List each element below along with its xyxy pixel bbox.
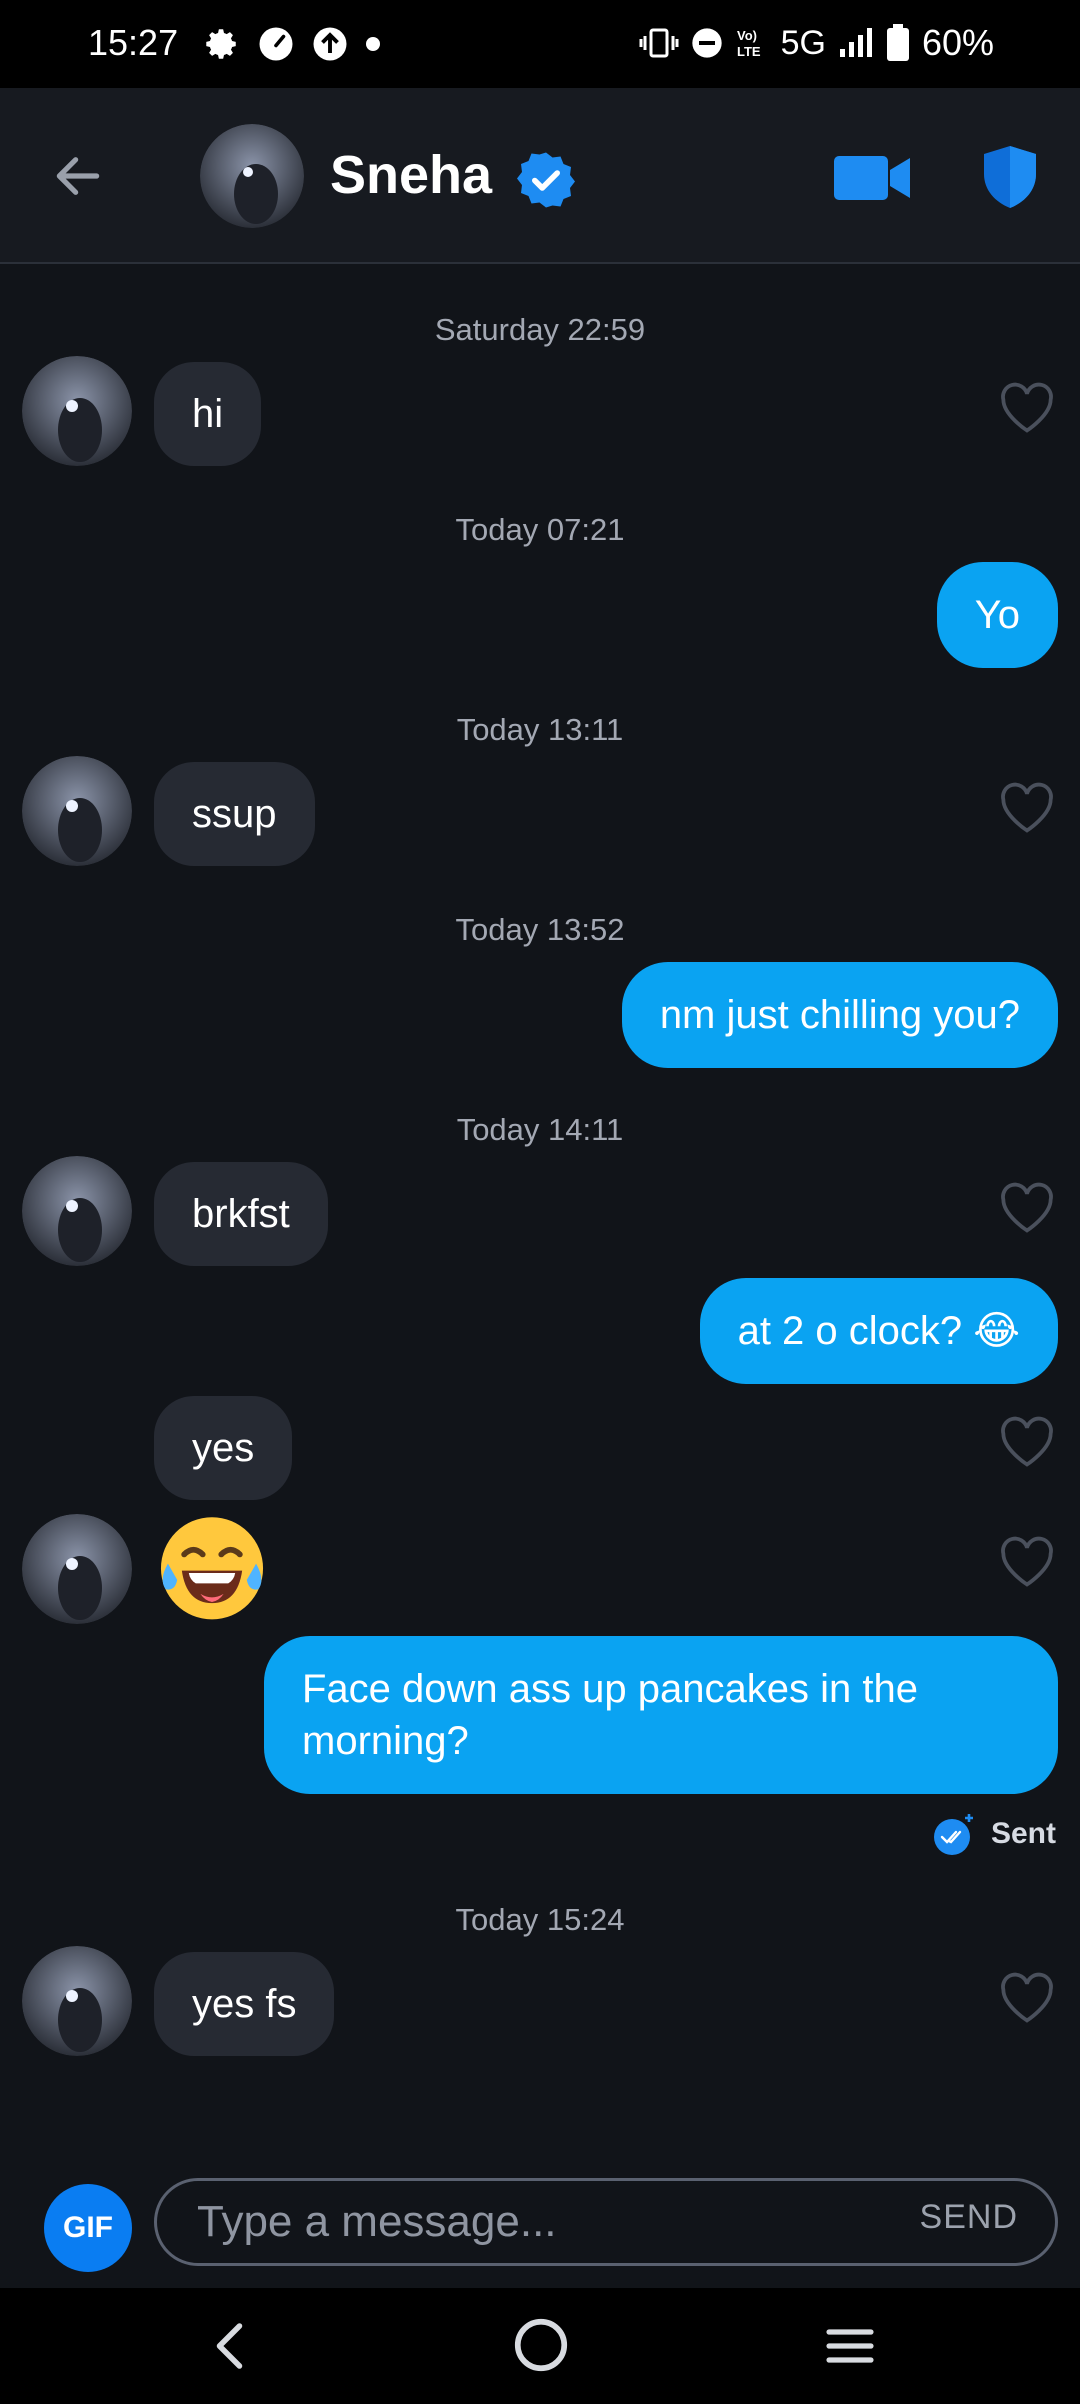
dot-icon [366,37,380,51]
status-time: 15:27 [88,22,179,63]
timestamp: Today 07:21 [455,512,625,547]
sender-avatar[interactable] [22,356,132,466]
status-right: Vo) LTE 5G 60% [639,22,994,64]
network-type: 5G [780,23,826,62]
nav-home-icon[interactable] [510,2314,572,2376]
timestamp: Today 14:11 [456,1112,624,1147]
sender-avatar[interactable] [22,1514,132,1624]
contact-name[interactable]: Sneha [330,144,492,206]
message-bubble-incoming[interactable]: brkfst [154,1162,328,1266]
heart-icon[interactable] [998,1536,1056,1588]
message-bubble-outgoing[interactable]: Face down ass up pancakes in the morning… [264,1636,1058,1794]
timestamp: Today 13:11 [456,712,624,747]
settings-icon [206,29,236,59]
message-composer: GIF SEND [0,2168,1080,2288]
message-bubble-outgoing[interactable]: Yo [936,562,1058,668]
send-button[interactable]: SEND [920,2198,1018,2237]
do-not-disturb-icon [691,28,722,58]
message-bubble-incoming[interactable]: yes [154,1396,293,1500]
sent-label: Sent [990,1817,1056,1850]
battery-icon [886,24,909,61]
verified-badge-icon [517,152,575,208]
upload-icon [313,27,347,61]
timestamp: Today 15:24 [455,1902,625,1937]
heart-icon[interactable] [998,1972,1056,2024]
timestamp: Today 13:52 [455,912,625,947]
contact-avatar[interactable] [200,124,304,228]
shield-icon[interactable] [982,144,1038,210]
nav-back-icon[interactable] [202,2316,262,2376]
heart-icon[interactable] [998,1416,1056,1468]
status-bar: 15:27 Vo) LTE 5G 60% [0,0,1080,88]
heart-icon[interactable] [998,382,1056,434]
video-call-icon[interactable] [834,154,912,202]
message-bubble-incoming[interactable]: yes fs [154,1952,335,2056]
svg-text:LTE: LTE [737,44,761,59]
double-check-icon [933,1814,973,1855]
message-bubble-outgoing[interactable]: nm just chilling you? [621,962,1058,1068]
battery-percent: 60% [921,22,994,63]
message-bubble-outgoing[interactable]: at 2 o clock? 😂 [699,1278,1058,1384]
sender-avatar[interactable] [22,1156,132,1266]
nav-recents-icon[interactable] [822,2318,878,2374]
timestamp: Saturday 22:59 [434,312,646,347]
heart-icon[interactable] [998,1182,1056,1234]
sender-avatar[interactable] [22,756,132,866]
signal-icon [839,28,872,57]
speedometer-icon [259,27,293,61]
vibrate-icon [639,28,679,58]
status-left-icons [206,26,380,62]
svg-text:Vo): Vo) [737,28,757,43]
gif-button[interactable]: GIF [44,2184,132,2272]
sender-avatar[interactable] [22,1946,132,2056]
volte-icon: Vo)LTE [737,28,761,59]
message-bubble-incoming[interactable]: hi [154,362,262,466]
sent-status: Sent [933,1812,1056,1856]
chat-header: Sneha [0,88,1080,264]
back-arrow-icon[interactable] [50,148,106,204]
system-nav-bar [0,2288,1080,2404]
message-bubble-incoming[interactable]: ssup [154,762,315,866]
heart-icon[interactable] [998,782,1056,834]
laughing-emoji-icon[interactable] [154,1508,270,1624]
